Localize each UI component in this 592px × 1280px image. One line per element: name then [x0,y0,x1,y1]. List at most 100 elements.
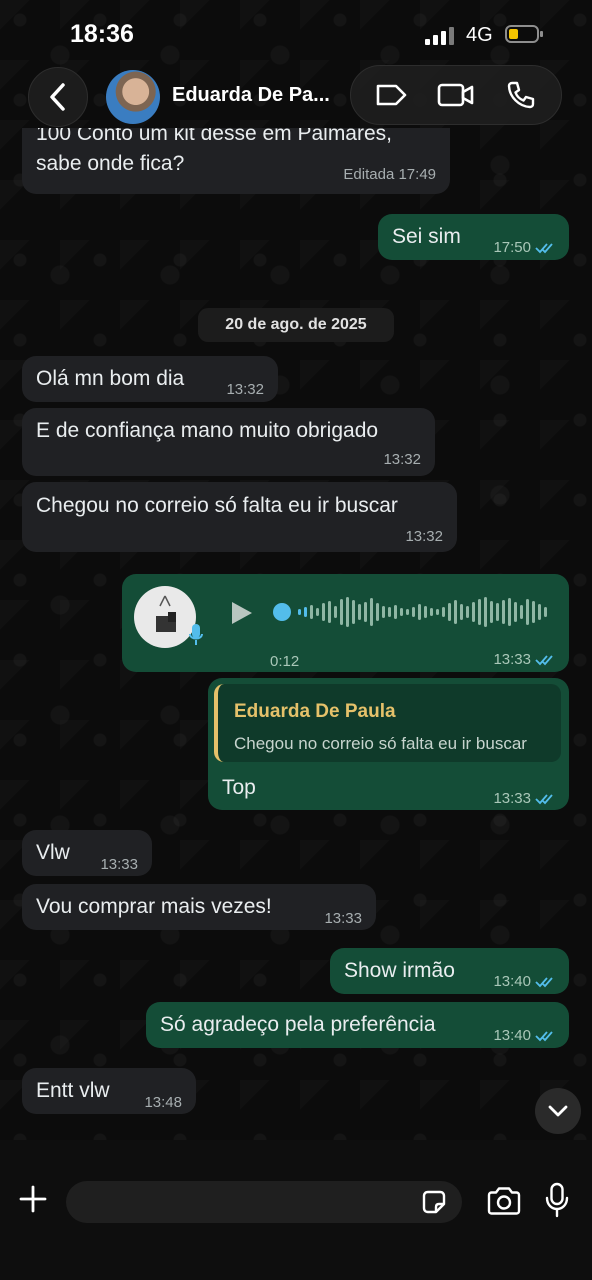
waveform-bar [382,606,385,618]
quoted-message[interactable]: Eduarda De Paula Chegou no correio só fa… [214,684,561,762]
message-time: 13:33 [100,856,138,873]
composer-bar [0,1140,592,1280]
message-incoming[interactable]: Vou comprar mais vezes! 13:33 [22,884,376,930]
voice-message[interactable]: 0:12 13:33 [122,574,569,672]
message-incoming[interactable]: E de confiança mano muito obrigado 13:32 [22,408,435,476]
waveform-bar [370,598,373,626]
contact-name: Eduarda De Pa... [172,84,330,106]
battery-icon [505,25,543,43]
waveform-bar [388,607,391,617]
waveform-bar [466,606,469,618]
waveform-bar [496,603,499,621]
plus-icon [19,1185,47,1213]
waveform-bar [460,604,463,620]
avatar-figure-icon [156,595,176,632]
waveform-bar [304,607,307,617]
waveform-bar [520,605,523,619]
message-text: Só agradeço pela preferência [160,1013,436,1036]
video-call-icon [437,83,474,107]
waveform-bar [514,602,517,622]
play-button[interactable] [226,598,256,628]
waveform-bar [484,597,487,627]
date-separator: 20 de ago. de 2025 [198,308,394,342]
message-input[interactable] [66,1181,462,1223]
voice-waveform[interactable] [270,592,550,632]
message-incoming[interactable]: 100 Conto um kit desse em Palmares, sabe… [22,128,450,194]
message-text: sabe onde fica? [36,152,185,175]
waveform-bar [322,603,325,621]
message-incoming[interactable]: Olá mn bom dia 13:32 [22,356,278,402]
avatar [106,70,160,124]
voice-sender-avatar [134,586,196,648]
voice-call-button[interactable] [496,70,546,120]
message-time: 13:33 [324,910,362,927]
waveform-bar [448,603,451,621]
message-time: 13:32 [226,381,264,398]
message-time: 13:40 [493,973,531,990]
waveform-bar [418,604,421,620]
play-icon [232,602,252,624]
video-call-button[interactable] [431,70,481,120]
message-outgoing[interactable]: Só agradeço pela preferência 13:40 [146,1002,569,1048]
waveform-bar [340,599,343,625]
read-ticks-icon [535,794,553,805]
voice-record-button[interactable] [540,1180,574,1220]
waveform-bar [430,608,433,616]
quote-author: Eduarda De Paula [234,701,396,722]
message-incoming[interactable]: Vlw 13:33 [22,830,152,876]
message-list[interactable]: 100 Conto um kit desse em Palmares, sabe… [0,128,592,1138]
waveform-bar [532,601,535,623]
chat-header: Eduarda De Pa... [0,64,592,128]
contact-info-button[interactable]: Eduarda De Pa... [102,67,342,125]
waveform-bar [412,607,415,617]
waveform-bar [364,602,367,622]
signal-strength-icon [425,27,454,45]
scroll-to-bottom-button[interactable] [535,1088,581,1134]
chevron-down-icon [548,1105,568,1117]
waveform-bar [316,608,319,616]
message-meta: 13:40 [493,968,557,995]
camera-icon [487,1187,521,1215]
label-tag-icon [377,84,407,106]
waveform-bar [394,605,397,619]
waveform-bar [436,609,439,615]
waveform-bar [328,601,331,623]
message-incoming[interactable]: Chegou no correio só falta eu ir buscar … [22,482,457,552]
message-text: E de confiança mano muito obrigado [36,419,379,442]
message-time: 13:33 [493,651,531,668]
header-actions [350,65,562,125]
message-text: Vou comprar mais vezes! [36,895,272,918]
phone-icon [507,81,534,109]
message-meta: 13:33 [493,646,557,673]
waveform-bar [442,607,445,617]
waveform-bar [406,609,409,615]
reply-message[interactable]: Eduarda De Paula Chegou no correio só fa… [208,678,569,810]
back-button[interactable] [28,67,88,127]
read-ticks-icon [535,1031,553,1042]
message-meta: 17:50 [493,234,557,261]
waveform-bar [544,607,547,617]
message-outgoing[interactable]: Show irmão 13:40 [330,948,569,994]
message-text: Entt vlw [36,1079,110,1102]
message-text: 100 Conto um kit desse em Palmares, [36,128,392,145]
waveform-bar [298,609,301,615]
waveform-bar [334,606,337,618]
message-incoming[interactable]: Entt vlw 13:48 [22,1068,196,1114]
status-bar: 18:36 4G [0,0,592,64]
message-text: Olá mn bom dia [36,367,185,390]
camera-button[interactable] [484,1182,524,1220]
sticker-button[interactable] [418,1186,450,1218]
status-time: 18:36 [70,20,134,48]
waveform-bar [538,604,541,620]
waveform-bar [358,604,361,620]
message-time: 13:48 [144,1094,182,1111]
waveform-bar [502,600,505,624]
message-text: Chegou no correio só falta eu ir buscar [36,494,398,517]
attach-button[interactable] [14,1180,52,1218]
quote-text: Chegou no correio só falta eu ir buscar [234,734,527,753]
label-button[interactable] [366,70,416,120]
message-outgoing[interactable]: Sei sim 17:50 [378,214,569,260]
network-type: 4G [466,24,493,46]
message-meta: 13:33 [493,785,557,812]
mic-icon [545,1182,569,1218]
